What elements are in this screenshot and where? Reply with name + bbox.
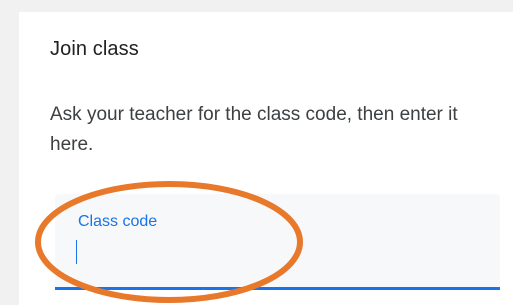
join-class-card: Join class Ask your teacher for the clas… <box>19 12 513 305</box>
page-title: Join class <box>50 38 139 60</box>
class-code-input[interactable] <box>76 238 476 264</box>
class-code-field[interactable]: Class code <box>55 194 500 290</box>
instructions-text: Ask your teacher for the class code, the… <box>50 104 458 155</box>
class-code-label: Class code <box>78 213 158 230</box>
field-focus-underline <box>55 287 500 290</box>
